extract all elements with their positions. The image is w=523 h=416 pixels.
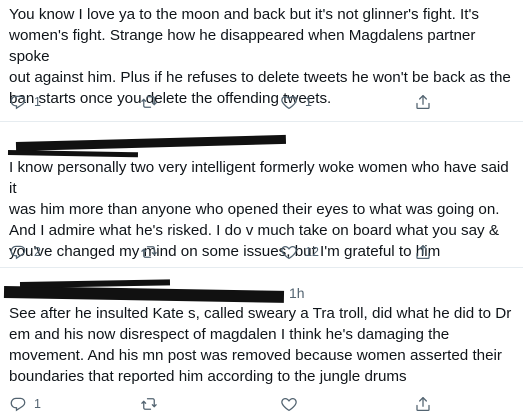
reply-button[interactable]: 1 [9,395,41,413]
tweet-text-line: I know personally two very intelligent f… [9,159,509,197]
like-button[interactable]: 1 [280,93,312,111]
reply-count: 1 [34,95,41,109]
retweet-icon [141,96,157,108]
tweet-2[interactable]: I know personally two very intelligent f… [0,122,523,260]
share-icon [416,396,430,412]
tweet-timestamp[interactable]: 1h [289,285,305,301]
tweet-text-line: You know I love ya to the moon and back … [9,6,479,23]
redacted-author [0,276,300,306]
retweet-icon [141,246,157,258]
tweet-text-line: em and his now disrespect of magdalen I … [9,326,450,343]
redaction-bar [15,134,287,151]
share-button[interactable] [414,93,432,111]
tweet-text-line: See after he insulted Kate s, called swe… [9,305,512,322]
retweet-icon [141,398,157,410]
reply-count: 2 [34,245,41,259]
tweet-text-line: women's fight. Strange how he disappeare… [9,27,476,65]
share-button[interactable] [414,243,432,261]
like-button[interactable]: 12 [280,243,319,261]
like-count: 12 [305,245,319,259]
like-count: 1 [305,95,312,109]
redaction-bar [3,286,285,303]
tweet-text: See after he insulted Kate s, called swe… [9,303,519,387]
heart-icon [281,397,297,412]
tweet-text-line: was him more than anyone who opened thei… [9,201,500,218]
tweet-3[interactable]: 1h See after he insulted Kate s, called … [0,268,523,416]
tweet-1[interactable]: You know I love ya to the moon and back … [0,0,523,122]
reply-button[interactable]: 2 [9,243,41,261]
retweet-button[interactable] [140,395,165,413]
reply-button[interactable]: 1 [9,93,41,111]
heart-icon [281,245,297,260]
like-button[interactable] [280,395,305,413]
reply-icon [10,245,26,260]
tweet-text-line: boundaries that reported him according t… [9,368,407,385]
tweet-actions: 1 1 [9,93,519,113]
tweet-actions: 1 [9,395,519,415]
tweet-text-line: out against him. Plus if he refuses to d… [9,69,511,86]
reply-count: 1 [34,397,41,411]
share-icon [416,94,430,110]
tweet-text-line: movement. And his mn post was removed be… [9,347,502,364]
retweet-button[interactable] [140,243,165,261]
tweet-actions: 2 12 [9,243,519,263]
heart-icon [281,95,297,110]
reply-icon [10,397,26,412]
share-button[interactable] [414,395,432,413]
share-icon [416,244,430,260]
retweet-button[interactable] [140,93,165,111]
reply-icon [10,95,26,110]
tweet-text-line: And I admire what he's risked. I do v mu… [9,222,499,239]
